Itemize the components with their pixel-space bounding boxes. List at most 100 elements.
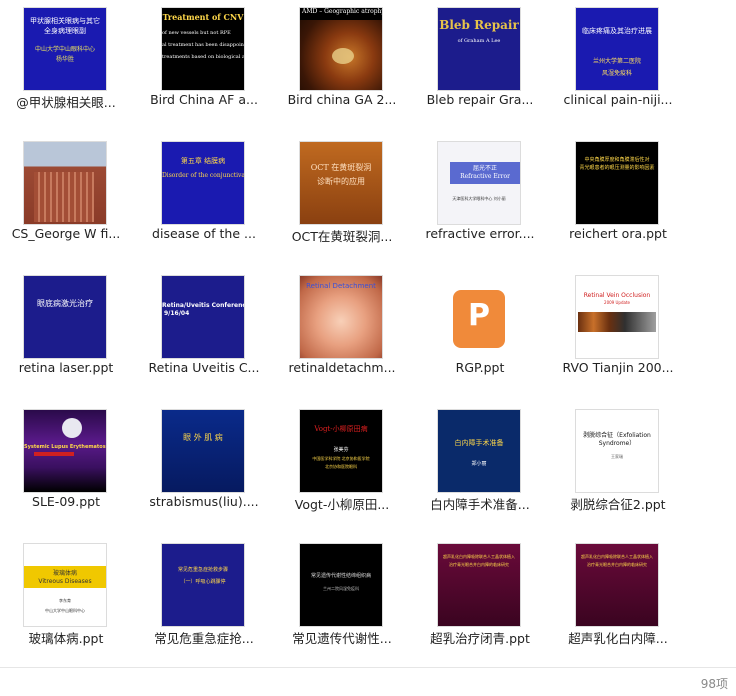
file-item[interactable]: Vogt-小柳原田病 张美芬 中国医学科学院 北京协和医学院 北京协和医院眼科 … <box>276 402 408 524</box>
file-item[interactable]: Retinal Vein Occlusion 2009 Update RVO T… <box>552 268 684 390</box>
file-item[interactable]: 第五章 结膜病 Disorder of the conjunctiva dise… <box>138 134 270 256</box>
thumb-text: of Graham A Lee <box>457 38 501 44</box>
file-item[interactable]: 玻璃体病 Vitreous Diseases 李东育 中山大学中山眼科中心 玻璃… <box>0 536 132 658</box>
thumb-text: 9/16/04 <box>164 310 190 317</box>
file-item[interactable]: P RGP.ppt <box>414 268 546 390</box>
file-item[interactable]: OCT 在黄斑裂洞 诊断中的应用 OCT在黄斑裂洞... <box>276 134 408 256</box>
file-name: CS_George W fi... <box>11 226 121 241</box>
file-thumbnail: 眼 外 肌 病 <box>162 410 244 492</box>
thumb-text: 兰州二院风湿免疫科 <box>323 586 359 591</box>
thumb-text: 甲状腺相关眼病与其它 <box>30 17 100 25</box>
file-name: retinaldetachm... <box>288 360 396 375</box>
file-name: Retina Uveitis C... <box>148 360 260 375</box>
file-item[interactable]: CS_George W fi... <box>0 134 132 256</box>
accent-bar <box>34 452 74 456</box>
file-item[interactable]: AMD – Geographic atrophy Bird china GA 2… <box>276 0 408 122</box>
thumb-text: 郑小丽 <box>471 461 487 467</box>
file-name: clinical pain-niji... <box>563 92 673 107</box>
file-thumbnail: 玻璃体病 Vitreous Diseases 李东育 中山大学中山眼科中心 <box>24 544 106 626</box>
thumb-text: 白内障手术准备 <box>454 439 504 447</box>
file-name: RVO Tianjin 200... <box>562 360 674 375</box>
file-thumbnail: Vogt-小柳原田病 张美芬 中国医学科学院 北京协和医学院 北京协和医院眼科 <box>300 410 382 492</box>
thumb-text: 中山大学中山眼科中心 <box>34 46 95 53</box>
file-thumbnail: 临床疼痛及其治疗进展 兰州大学第二医院 风湿免疫科 <box>576 8 658 90</box>
file-item[interactable]: 眼底病激光治疗 retina laser.ppt <box>0 268 132 390</box>
file-name: OCT在黄斑裂洞... <box>291 229 393 244</box>
thumb-text: 兰州大学第二医院 <box>592 58 641 65</box>
file-thumbnail: 中央角膜厚度和角膜滞后性对 青光眼患者的眼压测量的影响因素 <box>576 142 658 224</box>
thumb-text: 青光眼患者的眼压测量的影响因素 <box>579 165 655 171</box>
file-thumbnail: 超声乳化白内障吸除联合人工晶状体植入 治疗青光眼合并白内障的临床研究 <box>438 544 520 626</box>
file-item[interactable]: Systemic Lupus Erythematosus SLE-09.ppt <box>0 402 132 524</box>
thumb-text: Treatment of CNV <box>162 12 244 22</box>
thumb-text: Retinal Vein Occlusion <box>583 292 651 299</box>
thumb-text: 张美芬 <box>333 447 349 453</box>
file-item[interactable]: 眼 外 肌 病 strabismus(liu).... <box>138 402 270 524</box>
file-item[interactable]: Retinal Detachment retinaldetachm... <box>276 268 408 390</box>
file-name: 常见危重急症抢... <box>154 631 254 646</box>
thumb-text: 中国医学科学院 北京协和医学院 <box>312 456 370 461</box>
thumb-text: 常见危重急症抢救步骤 <box>177 567 228 573</box>
file-item[interactable]: 超声乳化白内障吸除联合人工晶状体植入 治疗青光眼合并白内障的临床研究 超声乳化白… <box>552 536 684 658</box>
thumb-text: Bleb Repair <box>439 18 519 32</box>
thumb-text: 超声乳化白内障吸除联合人工晶状体植入 <box>443 554 515 559</box>
file-item[interactable]: 中央角膜厚度和角膜滞后性对 青光眼患者的眼压测量的影响因素 reichert o… <box>552 134 684 256</box>
file-item[interactable]: Bleb Repair of Graham A Lee Bleb repair … <box>414 0 546 122</box>
file-item[interactable]: 临床疼痛及其治疗进展 兰州大学第二医院 风湿免疫科 clinical pain-… <box>552 0 684 122</box>
file-item[interactable]: 屈光不正 Refractive Error 天津医科大学眼科中心 刘小丽 ref… <box>414 134 546 256</box>
file-thumbnail: 屈光不正 Refractive Error 天津医科大学眼科中心 刘小丽 <box>438 142 520 224</box>
file-thumbnail: AMD – Geographic atrophy <box>300 8 382 90</box>
file-grid: 甲状腺相关眼病与其它 全身病理眼副 中山大学中山眼科中心 杨华胜 @甲状腺相关眼… <box>0 0 736 668</box>
file-thumbnail: 第五章 结膜病 Disorder of the conjunctiva <box>162 142 244 224</box>
thumb-text: 常见遗传代谢性结缔组织病 <box>310 573 371 579</box>
file-thumbnail: 甲状腺相关眼病与其它 全身病理眼副 中山大学中山眼科中心 杨华胜 <box>24 8 106 90</box>
file-name: 超声乳化白内障... <box>568 631 668 646</box>
file-item[interactable]: 常见危重急症抢救步骤 （一）呼吸心跳骤停 常见危重急症抢... <box>138 536 270 658</box>
file-thumbnail: 超声乳化白内障吸除联合人工晶状体植入 治疗青光眼合并白内障的临床研究 <box>576 544 658 626</box>
thumb-text: 中央角膜厚度和角膜滞后性对 <box>584 157 650 163</box>
file-name: Bleb repair Gra... <box>426 92 534 107</box>
thumb-text: 全身病理眼副 <box>44 27 86 35</box>
thumb-text: OCT 在黄斑裂洞 <box>310 163 372 172</box>
thumb-text: of new vessels but not RPE <box>162 30 231 36</box>
thumb-text: 玻璃体病 <box>52 570 77 577</box>
file-name: 剥脱综合征2.ppt <box>570 497 666 512</box>
file-item[interactable]: 白内障手术准备 郑小丽 白内障手术准备... <box>414 402 546 524</box>
thumb-text: 2009 Update <box>604 300 630 305</box>
file-name: reichert ora.ppt <box>569 226 667 241</box>
file-name: 常见遗传代谢性... <box>292 631 392 646</box>
file-thumbnail: OCT 在黄斑裂洞 诊断中的应用 <box>300 142 382 224</box>
thumb-text: 屈光不正 <box>472 165 497 172</box>
fundus-image <box>578 312 656 332</box>
file-thumbnail: 常见遗传代谢性结缔组织病 兰州二院风湿免疫科 <box>300 544 382 626</box>
thumb-text: 中山大学中山眼科中心 <box>45 608 85 613</box>
file-name: refractive error.... <box>425 226 535 241</box>
file-item[interactable]: 甲状腺相关眼病与其它 全身病理眼副 中山大学中山眼科中心 杨华胜 @甲状腺相关眼… <box>0 0 132 122</box>
file-thumbnail: Treatment of CNV of new vessels but not … <box>162 8 244 90</box>
file-thumbnail <box>24 142 106 224</box>
file-name: 玻璃体病.ppt <box>28 631 104 646</box>
fundus-image <box>332 48 354 64</box>
file-item[interactable]: 常见遗传代谢性结缔组织病 兰州二院风湿免疫科 常见遗传代谢性... <box>276 536 408 658</box>
thumb-text: 超声乳化白内障吸除联合人工晶状体植入 <box>581 554 653 559</box>
thumb-text: Disorder of the conjunctiva <box>162 172 244 179</box>
thumb-text: Syndrome） <box>598 440 636 447</box>
file-thumbnail: Systemic Lupus Erythematosus <box>24 410 106 492</box>
file-item[interactable]: 超声乳化白内障吸除联合人工晶状体植入 治疗青光眼合并白内障的临床研究 超乳治疗闭… <box>414 536 546 658</box>
thumb-text: 风湿免疫科 <box>601 70 632 77</box>
thumb-text: Vogt-小柳原田病 <box>314 425 368 433</box>
thumb-text: Retinal Detachment <box>306 282 376 290</box>
thumb-text: 第五章 结膜病 <box>180 157 226 165</box>
thumb-text: 治疗青光眼合并白内障的临床研究 <box>449 562 509 567</box>
file-name: strabismus(liu).... <box>149 494 259 509</box>
file-item[interactable]: Retina/Uveitis Conference 9/16/04 Retina… <box>138 268 270 390</box>
item-count: 98项 <box>700 677 728 691</box>
file-thumbnail: Bleb Repair of Graham A Lee <box>438 8 520 90</box>
file-thumbnail: Retinal Vein Occlusion 2009 Update <box>576 276 658 358</box>
file-item[interactable]: 剥脱综合征（Exfoliation Syndrome） 王家瑞 剥脱综合征2.p… <box>552 402 684 524</box>
file-item[interactable]: Treatment of CNV of new vessels but not … <box>138 0 270 122</box>
file-thumbnail: Retina/Uveitis Conference 9/16/04 <box>162 276 244 358</box>
file-thumbnail: 常见危重急症抢救步骤 （一）呼吸心跳骤停 <box>162 544 244 626</box>
thumb-text: 王家瑞 <box>611 454 623 459</box>
file-name: 超乳治疗闭青.ppt <box>430 631 530 646</box>
